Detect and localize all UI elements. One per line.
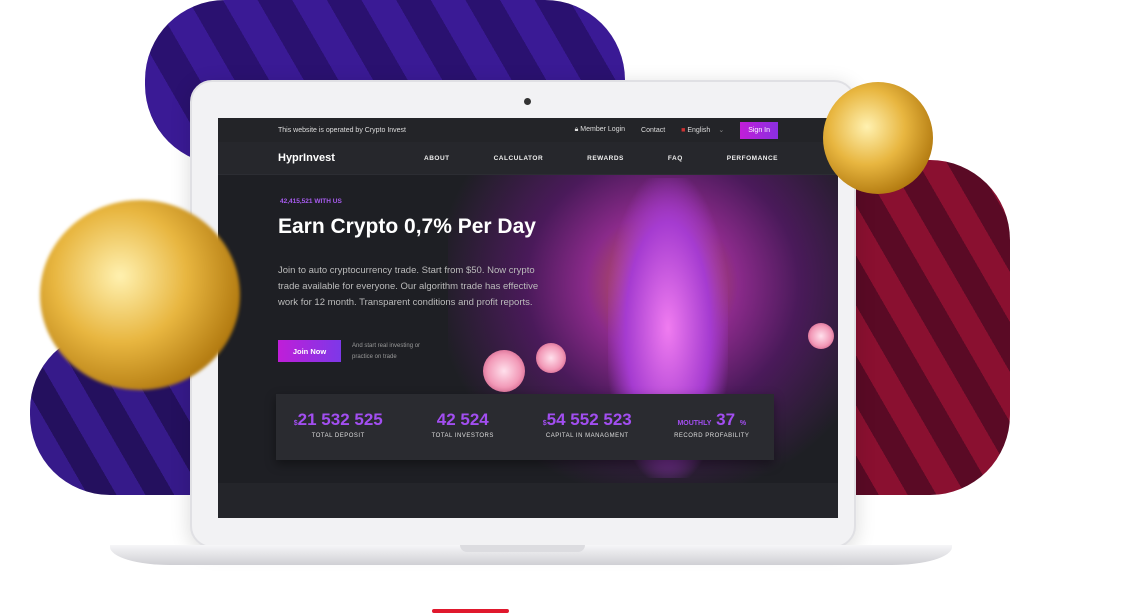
footer-strip [218,483,838,518]
stat-value: 21 532 525 [297,410,383,429]
contact-link[interactable]: Contact [641,127,665,134]
nav-rewards[interactable]: REWARDS [587,155,624,162]
decor-blob-red-right [850,160,1010,495]
users-count-tag: 42,415,521 WITH US [280,198,342,205]
member-login-label: Member Login [580,126,626,133]
bitcoin-coin-icon [536,343,566,373]
stats-panel: $21 532 525 TOTAL DEPOSIT 42 524 TOTAL INV… [276,394,774,460]
stat-value: 37 [716,410,736,429]
stat-capital: $54 552 523 CAPITAL IN MANAGMENT [525,394,650,460]
stat-total-investors: 42 524 TOTAL INVESTORS [401,394,526,460]
stat-value: 54 552 523 [546,410,632,429]
top-bar: This website is operated by Crypto Inves… [218,118,838,142]
red-accent-line [432,609,509,613]
stat-label: TOTAL INVESTORS [431,433,494,439]
logo[interactable]: HyprInvest [278,152,380,164]
stat-label: RECORD PROFABILITY [674,433,750,439]
language-label: English [687,127,711,134]
hero-title: Earn Crypto 0,7% Per Day [278,215,536,238]
stat-suffix: % [739,420,747,427]
nav-about[interactable]: ABOUT [424,155,450,162]
nav-performance[interactable]: PERFOMANCE [727,155,778,162]
nav-faq[interactable]: FAQ [668,155,683,162]
sign-in-button[interactable]: Sign In [740,121,778,139]
camera-icon [524,98,531,105]
stat-value: 42 524 [436,410,489,429]
stat-profitability: MOUTHLY 37 % RECORD PROFABILITY [650,394,775,460]
gold-coin-icon [40,200,240,390]
stat-prefix: MOUTHLY [677,420,712,427]
stat-label: CAPITAL IN MANAGMENT [545,433,629,439]
bitcoin-coin-icon [808,323,834,349]
operated-text: This website is operated by Crypto Inves… [278,126,407,134]
stat-label: TOTAL DEPOSIT [311,433,365,439]
gold-coin-icon [823,82,933,194]
chevron-down-icon: ⌄ [718,127,725,134]
language-select[interactable]: ■ English ⌄ [681,126,724,134]
main-nav: HyprInvest ABOUT CALCULATOR REWARDS FAQ … [218,142,838,175]
nav-calculator[interactable]: CALCULATOR [494,155,544,162]
hero-description: Join to auto cryptocurrency trade. Start… [278,265,539,308]
stat-total-deposit: $21 532 525 TOTAL DEPOSIT [276,394,401,460]
member-login-link[interactable]: 🔒︎ Member Login [575,126,625,134]
website-screen: This website is operated by Crypto Inves… [218,118,838,518]
join-note: And start real investing or practice on … [352,343,421,360]
laptop-notch [460,545,585,552]
bitcoin-coin-icon [483,350,525,392]
join-now-button[interactable]: Join Now [278,340,341,362]
